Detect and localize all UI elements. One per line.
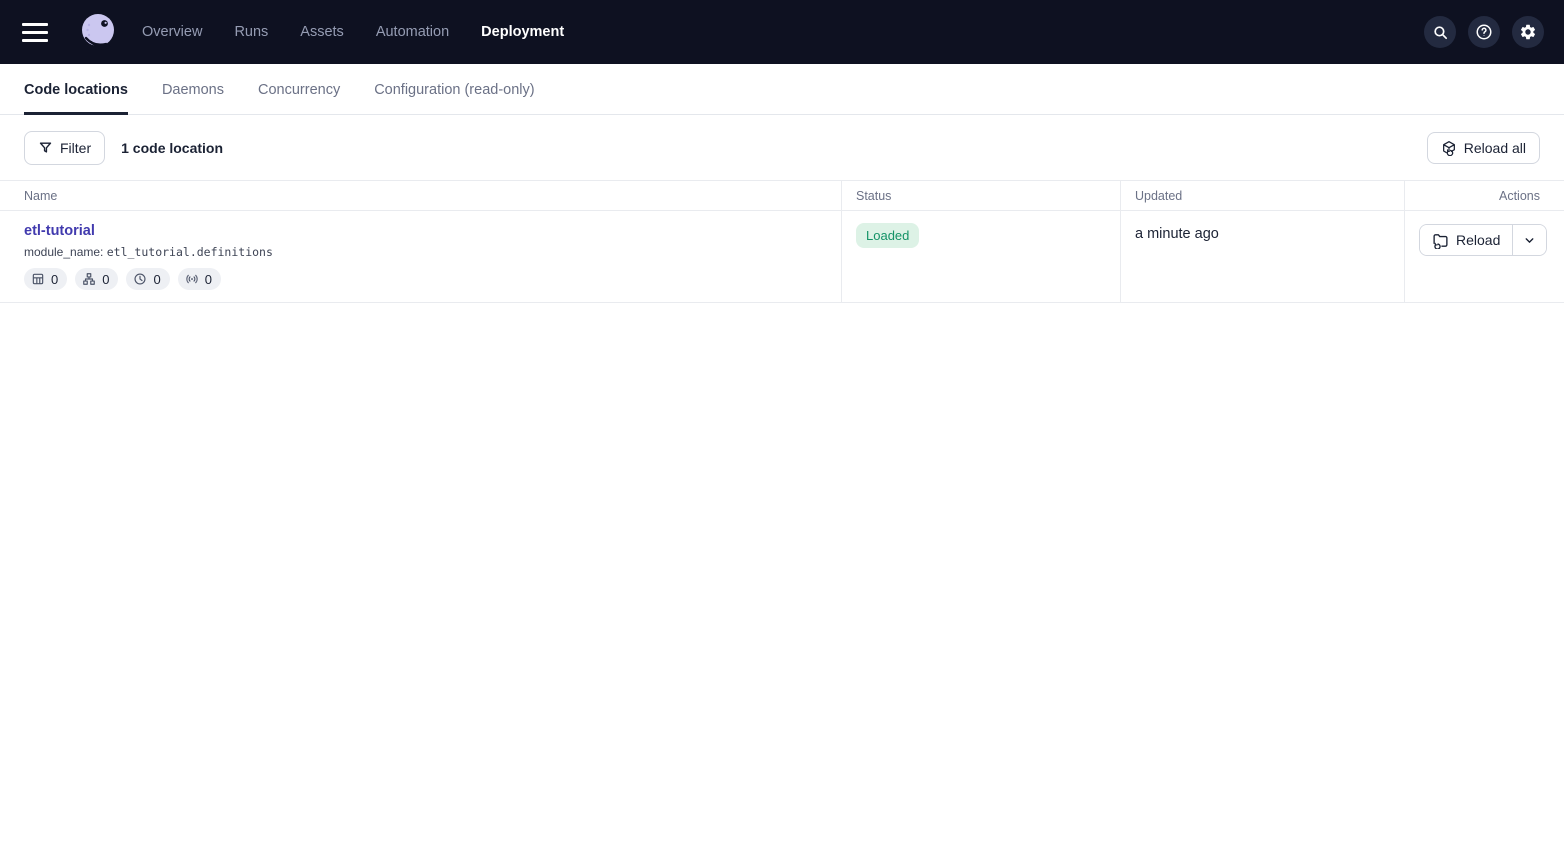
status-badge: Loaded — [856, 223, 919, 248]
top-navigation: Overview Runs Assets Automation Deployme… — [0, 0, 1564, 64]
tab-concurrency[interactable]: Concurrency — [258, 82, 340, 114]
module-name-value: etl_tutorial.definitions — [107, 245, 273, 259]
package-reload-icon — [1441, 140, 1457, 156]
reload-all-label: Reload all — [1464, 140, 1526, 156]
column-header-updated: Updated — [1120, 181, 1404, 210]
jobs-count: 0 — [102, 272, 109, 287]
topnav-icon-buttons — [1424, 16, 1544, 48]
reload-split-button: Reload — [1419, 224, 1547, 256]
sensors-icon — [185, 272, 199, 286]
hamburger-menu-icon[interactable] — [22, 18, 50, 46]
assets-icon — [31, 272, 45, 286]
code-location-link[interactable]: etl-tutorial — [24, 223, 95, 239]
table-header-row: Name Status Updated Actions — [0, 181, 1564, 211]
column-header-name: Name — [0, 181, 841, 210]
nav-item-overview[interactable]: Overview — [142, 24, 202, 40]
actions-cell: Reload — [1404, 211, 1564, 302]
assets-count: 0 — [51, 272, 58, 287]
nav-item-automation[interactable]: Automation — [376, 24, 449, 40]
settings-button[interactable] — [1512, 16, 1544, 48]
settings-icon — [1519, 23, 1537, 41]
help-button[interactable] — [1468, 16, 1500, 48]
status-cell: Loaded — [841, 211, 1120, 302]
chevron-down-icon — [1523, 234, 1536, 247]
search-button[interactable] — [1424, 16, 1456, 48]
tab-configuration[interactable]: Configuration (read-only) — [374, 82, 534, 114]
dagster-logo[interactable] — [76, 10, 120, 54]
column-header-actions: Actions — [1404, 181, 1564, 210]
folder-reload-icon — [1432, 232, 1449, 249]
sensors-count: 0 — [205, 272, 212, 287]
updated-text: a minute ago — [1135, 223, 1390, 242]
filter-icon — [38, 140, 53, 155]
schedules-count: 0 — [153, 272, 160, 287]
reload-dropdown-button[interactable] — [1512, 225, 1546, 255]
tab-code-locations[interactable]: Code locations — [24, 82, 128, 114]
filter-button[interactable]: Filter — [24, 131, 105, 165]
reload-button[interactable]: Reload — [1420, 225, 1512, 255]
jobs-icon — [82, 272, 96, 286]
reload-button-label: Reload — [1456, 232, 1500, 248]
code-location-count: 1 code location — [121, 140, 223, 156]
jobs-count-chip: 0 — [75, 268, 118, 290]
nav-item-deployment[interactable]: Deployment — [481, 24, 564, 40]
code-locations-table: Name Status Updated Actions etl-tutorial… — [0, 181, 1564, 303]
nav-item-runs[interactable]: Runs — [234, 24, 268, 40]
sensors-count-chip: 0 — [178, 268, 221, 290]
schedules-icon — [133, 272, 147, 286]
module-name-line: module_name: etl_tutorial.definitions — [24, 245, 827, 259]
updated-cell: a minute ago — [1120, 211, 1404, 302]
search-icon — [1432, 24, 1449, 41]
definition-count-chips: 0 0 0 — [24, 268, 827, 290]
module-name-label: module_name: — [24, 245, 103, 259]
deployment-tabs: Code locations Daemons Concurrency Confi… — [0, 64, 1564, 115]
nav-item-assets[interactable]: Assets — [300, 24, 344, 40]
name-cell: etl-tutorial module_name: etl_tutorial.d… — [0, 211, 841, 302]
help-icon — [1475, 23, 1493, 41]
reload-all-button[interactable]: Reload all — [1427, 132, 1540, 164]
assets-count-chip: 0 — [24, 268, 67, 290]
schedules-count-chip: 0 — [126, 268, 169, 290]
primary-nav: Overview Runs Assets Automation Deployme… — [142, 24, 564, 40]
filter-button-label: Filter — [60, 140, 91, 156]
table-row: etl-tutorial module_name: etl_tutorial.d… — [0, 211, 1564, 303]
dagster-octopus-icon — [77, 11, 119, 53]
tab-daemons[interactable]: Daemons — [162, 82, 224, 114]
code-locations-toolbar: Filter 1 code location Reload all — [0, 115, 1564, 181]
column-header-status: Status — [841, 181, 1120, 210]
